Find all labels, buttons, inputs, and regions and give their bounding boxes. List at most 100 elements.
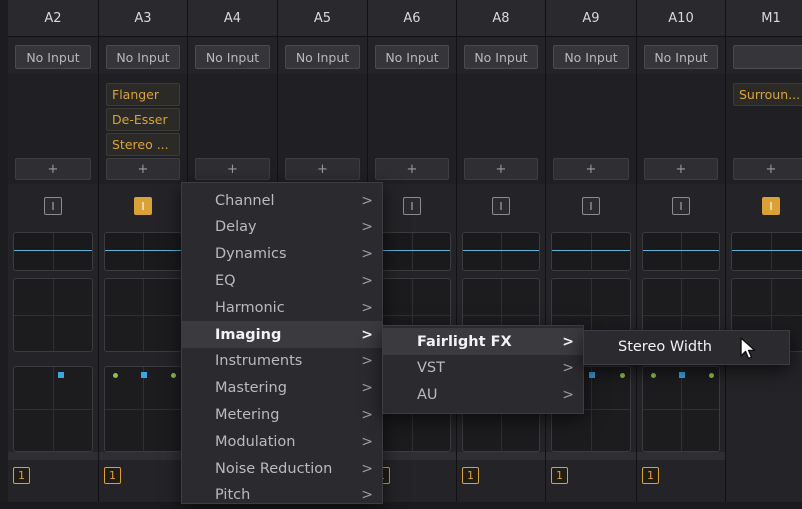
- channel-strip-m1: M1 Surroun... + I: [726, 0, 802, 502]
- menu-item-label: Fairlight FX: [417, 333, 512, 350]
- pan-position-marker: [679, 372, 685, 378]
- pan-right-marker: [709, 373, 714, 378]
- dynamics-gridline: [732, 315, 802, 316]
- channel-strip-a9: A9 No Input + I 1: [546, 0, 637, 502]
- submenu-item-vst[interactable]: VST >: [383, 355, 583, 382]
- menu-item-dynamics[interactable]: Dynamics >: [182, 241, 382, 268]
- insert-bypass-button[interactable]: I: [44, 197, 62, 215]
- eq-gridline: [53, 233, 54, 270]
- menu-item-label: Channel: [215, 192, 275, 209]
- track-number-badge[interactable]: 1: [462, 467, 479, 484]
- menu-item-channel[interactable]: Channel >: [182, 187, 382, 214]
- menu-item-modulation[interactable]: Modulation >: [182, 428, 382, 455]
- effect-slot[interactable]: Flanger: [106, 83, 180, 106]
- input-selector[interactable]: No Input: [464, 45, 538, 69]
- add-effect-button[interactable]: +: [195, 158, 270, 180]
- fader-track: [8, 452, 98, 460]
- eq-curve-display[interactable]: [731, 232, 802, 271]
- track-number-badge[interactable]: 1: [13, 467, 30, 484]
- menu-item-label: Mastering: [215, 380, 287, 397]
- eq-gridline: [501, 233, 502, 270]
- eq-curve-display[interactable]: [373, 232, 451, 271]
- eq-gridline: [591, 233, 592, 270]
- chevron-right-icon: >: [361, 272, 373, 289]
- menu-item-delay[interactable]: Delay >: [182, 214, 382, 241]
- add-effect-button[interactable]: +: [375, 158, 449, 180]
- input-selector[interactable]: No Input: [553, 45, 629, 69]
- track-number-badge[interactable]: 1: [642, 467, 659, 484]
- dynamics-display[interactable]: [13, 278, 93, 352]
- fader-track: [546, 452, 636, 460]
- channel-strip-a3: A3 No Input Flanger De-Esser Stereo ... + I 1: [99, 0, 188, 502]
- pan-left-marker: [651, 373, 656, 378]
- menu-item-label: Pitch: [215, 487, 251, 504]
- eq-curve-line: [463, 250, 539, 251]
- channel-name: A8: [457, 0, 545, 37]
- insert-bypass-button[interactable]: I: [403, 197, 421, 215]
- submenu-item-fairlight-fx[interactable]: Fairlight FX >: [383, 328, 583, 355]
- eq-curve-display[interactable]: [462, 232, 540, 271]
- menu-item-metering[interactable]: Metering >: [182, 401, 382, 428]
- eq-curve-display[interactable]: [104, 232, 182, 271]
- insert-bypass-button[interactable]: I: [134, 197, 152, 215]
- pan-display[interactable]: [104, 366, 182, 452]
- chevron-right-icon: >: [361, 433, 373, 450]
- add-effect-button[interactable]: +: [106, 158, 180, 180]
- menu-item-noise-reduction[interactable]: Noise Reduction >: [182, 455, 382, 482]
- eq-curve-line: [105, 250, 181, 251]
- track-number-badge[interactable]: 1: [551, 467, 568, 484]
- eq-curve-display[interactable]: [13, 232, 93, 271]
- add-effect-button[interactable]: +: [733, 158, 802, 180]
- eq-curve-line: [14, 250, 92, 251]
- insert-bypass-button[interactable]: I: [672, 197, 690, 215]
- eq-curve-display[interactable]: [551, 232, 631, 271]
- menu-item-instruments[interactable]: Instruments >: [182, 348, 382, 375]
- add-effect-button[interactable]: +: [464, 158, 538, 180]
- eq-curve-line: [374, 250, 450, 251]
- menu-item-harmonic[interactable]: Harmonic >: [182, 294, 382, 321]
- input-selector[interactable]: [733, 45, 802, 69]
- eq-curve-line: [732, 250, 802, 251]
- chevron-right-icon: >: [361, 299, 373, 316]
- channel-name: A6: [368, 0, 456, 37]
- channel-name: A9: [546, 0, 636, 37]
- input-selector[interactable]: No Input: [106, 45, 180, 69]
- insert-bypass-button[interactable]: I: [762, 197, 780, 215]
- menu-item-label: VST: [417, 360, 445, 376]
- menu-item-eq[interactable]: EQ >: [182, 267, 382, 294]
- menu-item-label: Dynamics: [215, 246, 287, 263]
- menu-item-mastering[interactable]: Mastering >: [182, 375, 382, 402]
- add-effect-button[interactable]: +: [644, 158, 718, 180]
- eq-gridline: [681, 233, 682, 270]
- dynamics-display[interactable]: [104, 278, 182, 352]
- input-selector[interactable]: No Input: [375, 45, 449, 69]
- insert-bypass-button[interactable]: I: [582, 197, 600, 215]
- track-number-badge[interactable]: 1: [104, 467, 121, 484]
- eq-gridline: [771, 233, 772, 270]
- pan-display[interactable]: [642, 366, 720, 452]
- menu-item-label: AU: [417, 386, 438, 403]
- insert-bypass-button[interactable]: I: [492, 197, 510, 215]
- add-effect-button[interactable]: +: [285, 158, 360, 180]
- menu-item-imaging[interactable]: Imaging >: [182, 321, 382, 348]
- input-selector[interactable]: No Input: [195, 45, 270, 69]
- add-effect-button[interactable]: +: [553, 158, 629, 180]
- effect-slot[interactable]: Stereo ...: [106, 133, 180, 156]
- effect-slot[interactable]: Surroun...: [733, 83, 802, 106]
- menu-item-pitch[interactable]: Pitch >: [182, 482, 382, 509]
- pan-display[interactable]: [13, 366, 93, 452]
- mouse-pointer-icon: [740, 337, 756, 360]
- eq-curve-display[interactable]: [642, 232, 720, 271]
- effect-slot[interactable]: De-Esser: [106, 108, 180, 131]
- input-selector[interactable]: No Input: [285, 45, 360, 69]
- chevron-right-icon: >: [361, 326, 373, 343]
- input-selector[interactable]: No Input: [644, 45, 718, 69]
- fairlight-mixer: A2 No Input + I 1 A3 No Input Flanger De-Esser St…: [0, 0, 802, 502]
- menu-item-label: Harmonic: [215, 299, 285, 316]
- chevron-right-icon: >: [562, 333, 574, 350]
- effects-category-menu: Channel > Delay > Dynamics > EQ > Harmonic > Imagi…: [181, 182, 383, 504]
- submenu-item-au[interactable]: AU >: [383, 381, 583, 408]
- channel-name: M1: [726, 0, 802, 37]
- input-selector[interactable]: No Input: [15, 45, 91, 69]
- add-effect-button[interactable]: +: [15, 158, 91, 180]
